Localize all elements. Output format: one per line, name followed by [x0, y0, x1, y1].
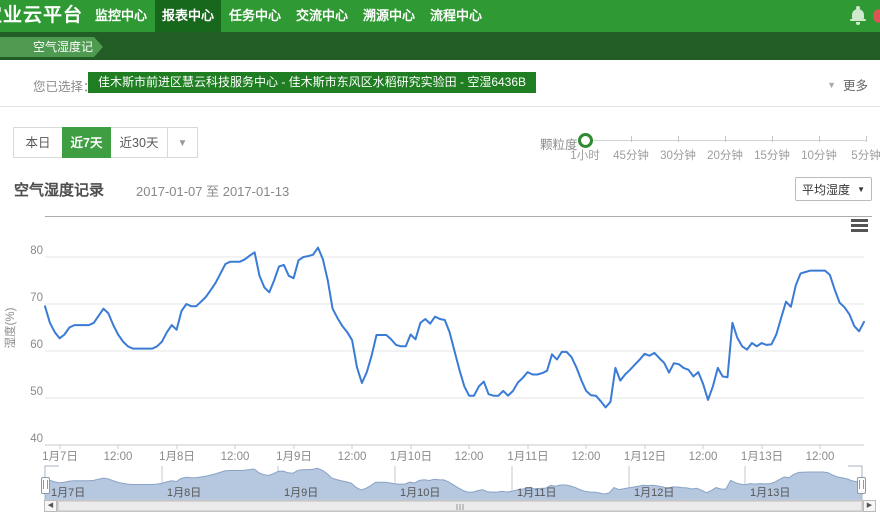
granularity-option-20m[interactable]: 20分钟: [707, 147, 743, 163]
scrollbar-track[interactable]: [57, 500, 863, 512]
range-button-30days[interactable]: 近30天: [110, 127, 168, 158]
x-tick-label: 1月7日: [42, 451, 78, 463]
y-tick-label: 40: [30, 433, 43, 445]
slider-tick: [866, 136, 867, 142]
navigator-day-label: 1月13日: [750, 487, 790, 499]
slider-tick: [772, 136, 773, 142]
date-range: 2017-01-07 至 2017-01-13: [136, 181, 289, 200]
nav-tab-process[interactable]: 流程中心: [423, 0, 489, 32]
chevron-down-icon: ▼: [827, 80, 836, 90]
breadcrumb-bar: [0, 32, 880, 60]
app-window: 农业云平台 监控中心 报表中心 任务中心 交流中心 溯源中心 流程中心 空气湿度…: [0, 0, 880, 512]
nav-tab-communication[interactable]: 交流中心: [289, 0, 355, 32]
metric-select[interactable]: 平均湿度 ▼: [795, 177, 872, 201]
slider-tick: [631, 136, 632, 142]
main-nav-tabs: 监控中心 报表中心 任务中心 交流中心 溯源中心 流程中心: [88, 0, 490, 32]
selected-device-chip[interactable]: 佳木斯市前进区慧云科技服务中心 - 佳木斯市东风区水稻研究实验田 - 空湿643…: [88, 72, 536, 93]
nav-tab-report[interactable]: 报表中心: [155, 0, 221, 32]
x-tick-label: 12:00: [572, 451, 601, 463]
navigator-day-label: 1月7日: [51, 487, 85, 499]
granularity-option-5m[interactable]: 5分钟: [851, 147, 880, 163]
slider-tick: [678, 136, 679, 142]
granularity-option-10m[interactable]: 10分钟: [801, 147, 837, 163]
x-tick-label: 12:00: [689, 451, 718, 463]
navigator-handle-left[interactable]: [41, 477, 50, 494]
nav-tab-monitor[interactable]: 监控中心: [88, 0, 154, 32]
x-tick-label: 1月12日: [624, 451, 666, 463]
x-tick-label: 12:00: [338, 451, 367, 463]
y-tick-label: 80: [30, 245, 43, 257]
range-button-7days[interactable]: 近7天: [62, 127, 111, 158]
x-tick-label: 1月11日: [507, 451, 548, 463]
humidity-chart: 80 70 60 50 40 湿度(%) 1月7日 12:00 1月8日 12:…: [0, 216, 880, 512]
scrollbar-grip-icon: [457, 504, 464, 510]
navigator[interactable]: 1月7日 1月8日 1月9日 1月10日 1月11日 1月12日 1月13日: [45, 466, 862, 500]
x-tick-label: 12:00: [455, 451, 484, 463]
nav-tab-task[interactable]: 任务中心: [222, 0, 288, 32]
x-tick-label: 12:00: [806, 451, 835, 463]
navigator-day-label: 1月11日: [517, 487, 557, 499]
bell-clapper: [856, 22, 860, 25]
report-title: 空气湿度记录: [14, 179, 104, 200]
range-button-today[interactable]: 本日: [13, 127, 63, 158]
navigator-day-label: 1月10日: [400, 487, 440, 499]
granularity-slider-knob[interactable]: [578, 133, 593, 148]
granularity-option-45m[interactable]: 45分钟: [613, 147, 649, 163]
chart-plot-area[interactable]: [45, 232, 864, 445]
select-caret-icon: ▼: [857, 185, 865, 194]
more-label: 更多: [843, 75, 868, 94]
selection-panel: 您已选择： 佳木斯市前进区慧云科技服务中心 - 佳木斯市东风区水稻研究实验田 -…: [0, 62, 880, 107]
x-tick-label: 1月10日: [390, 451, 432, 463]
y-tick-label: 70: [30, 292, 43, 304]
scrollbar-right-button[interactable]: ▶: [863, 500, 876, 512]
slider-tick: [725, 136, 726, 142]
navigator-day-label: 1月8日: [167, 487, 201, 499]
notification-badge[interactable]: [873, 9, 880, 23]
bell-icon[interactable]: [852, 9, 864, 19]
x-tick-marks: [60, 445, 820, 449]
scrollbar-thumb[interactable]: [58, 501, 862, 511]
scrollbar-left-button[interactable]: ◀: [44, 500, 57, 512]
x-tick-label: 12:00: [104, 451, 133, 463]
range-button-group: 本日 近7天 近30天 ▼: [13, 127, 198, 158]
top-nav-bar: 农业云平台 监控中心 报表中心 任务中心 交流中心 溯源中心 流程中心: [0, 0, 880, 32]
range-dropdown-button[interactable]: ▼: [167, 127, 198, 158]
x-tick-label: 1月8日: [159, 451, 195, 463]
navigator-handle-right[interactable]: [857, 477, 866, 494]
navigator-day-label: 1月12日: [634, 487, 674, 499]
navigator-day-label: 1月9日: [284, 487, 318, 499]
y-tick-label: 50: [30, 386, 43, 398]
x-tick-label: 1月13日: [741, 451, 783, 463]
selection-label: 您已选择：: [33, 76, 96, 95]
granularity-option-30m[interactable]: 30分钟: [660, 147, 696, 163]
granularity-option-1h[interactable]: 1小时: [570, 147, 599, 163]
breadcrumb-chip[interactable]: 空气湿度记录: [0, 37, 103, 57]
x-tick-label: 12:00: [221, 451, 250, 463]
x-tick-label: 1月9日: [276, 451, 312, 463]
metric-select-value: 平均湿度: [802, 181, 850, 198]
more-dropdown[interactable]: ▼ 更多: [827, 75, 868, 94]
slider-tick: [819, 136, 820, 142]
brand-logo: 农业云平台: [0, 0, 83, 32]
granularity-option-15m[interactable]: 15分钟: [754, 147, 790, 163]
nav-tab-traceability[interactable]: 溯源中心: [356, 0, 422, 32]
y-tick-label: 60: [30, 339, 43, 351]
y-axis-label: 湿度(%): [3, 307, 17, 348]
